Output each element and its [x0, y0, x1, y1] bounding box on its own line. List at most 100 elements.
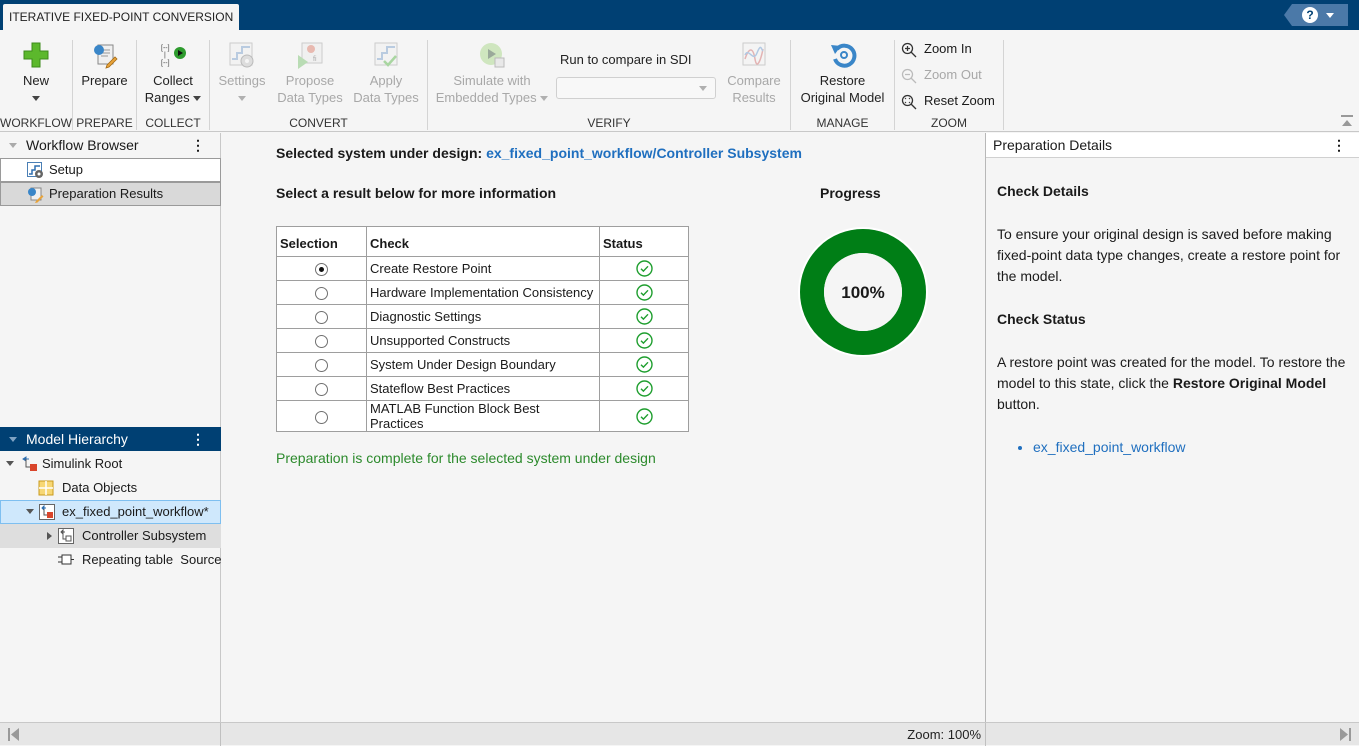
- check-status-heading: Check Status: [997, 311, 1086, 327]
- left-pane: Workflow Browser ⋮ Setup Preparation Res…: [0, 133, 221, 722]
- section-prepare: Prepare PREPARE: [73, 38, 136, 130]
- progress-title: Progress: [820, 185, 881, 201]
- tree-node-controller-subsystem[interactable]: Controller Subsystem: [0, 524, 221, 548]
- run-to-compare-dropdown[interactable]: [556, 77, 716, 99]
- settings-icon: [228, 41, 256, 69]
- table-row[interactable]: MATLAB Function Block Best Practices: [276, 400, 689, 432]
- status-cell: [599, 328, 689, 353]
- propose-data-types-button[interactable]: fi Propose Data Types: [274, 41, 346, 106]
- select-hint: Select a result below for more informati…: [276, 185, 557, 201]
- workflow-item-preparation-results[interactable]: Preparation Results: [0, 182, 221, 206]
- check-passed-icon: [635, 260, 653, 277]
- tab-iterative-fixed-point-conversion[interactable]: ITERATIVE FIXED-POINT CONVERSION: [3, 4, 240, 31]
- table-row[interactable]: Unsupported Constructs: [276, 328, 689, 353]
- zoom-in-button[interactable]: Zoom In: [901, 39, 972, 59]
- check-name-cell: Unsupported Constructs: [366, 328, 600, 353]
- chevron-down-icon: [238, 96, 246, 102]
- progress-percent-label: 100%: [841, 283, 884, 302]
- section-workflow: New WORKFLOW: [0, 38, 72, 130]
- collect-ranges-button[interactable]: [--] | [--] Collect Ranges: [137, 41, 209, 106]
- check-name-cell: Diagnostic Settings: [366, 304, 600, 329]
- sud-link[interactable]: ex_fixed_point_workflow/Controller Subsy…: [486, 145, 802, 161]
- tree-node-ex-fixed-point-workflow[interactable]: ex_fixed_point_workflow*: [0, 500, 221, 524]
- svg-text:[--]: [--]: [161, 60, 170, 67]
- section-convert: Settings fi Propose Data Types Apply Dat…: [210, 38, 427, 130]
- restore-icon: [829, 41, 857, 69]
- compare-results-button[interactable]: Compare Results: [724, 41, 784, 106]
- selected-system-under-design: Selected system under design: ex_fixed_p…: [276, 145, 802, 161]
- model-hierarchy-header[interactable]: Model Hierarchy ⋮: [0, 427, 221, 451]
- plus-icon: [22, 41, 50, 69]
- collapse-icon[interactable]: [9, 437, 17, 442]
- selection-radio[interactable]: [315, 335, 328, 349]
- scroll-last-icon[interactable]: [1340, 728, 1351, 741]
- status-cell: [599, 400, 689, 432]
- apply-data-types-button[interactable]: Apply Data Types: [350, 41, 422, 106]
- table-row[interactable]: System Under Design Boundary: [276, 352, 689, 377]
- model-link[interactable]: ex_fixed_point_workflow: [1033, 437, 1357, 458]
- setup-icon: [27, 162, 44, 179]
- prepare-icon: [91, 41, 119, 69]
- more-options-icon[interactable]: ⋮: [191, 133, 205, 157]
- collapse-toolstrip-button[interactable]: [1341, 115, 1353, 127]
- more-options-icon[interactable]: ⋮: [1332, 133, 1346, 158]
- expand-icon[interactable]: [6, 461, 14, 466]
- settings-button[interactable]: Settings: [214, 41, 270, 106]
- expand-icon[interactable]: [26, 509, 34, 514]
- collapse-icon[interactable]: [9, 143, 17, 148]
- selection-radio[interactable]: [315, 383, 328, 397]
- selection-radio[interactable]: [315, 263, 328, 277]
- section-manage: Restore Original Model MANAGE: [791, 38, 894, 130]
- chevron-down-icon: [540, 96, 549, 102]
- selection-cell: [276, 304, 367, 329]
- check-name-cell: MATLAB Function Block Best Practices: [366, 400, 600, 432]
- check-name-cell: System Under Design Boundary: [366, 352, 600, 377]
- svg-text:fi: fi: [313, 56, 317, 63]
- table-row[interactable]: Create Restore Point: [276, 256, 689, 281]
- check-passed-icon: [635, 308, 653, 325]
- tree-node-simulink-root[interactable]: Simulink Root: [0, 452, 221, 476]
- apply-data-types-icon: [372, 41, 400, 69]
- title-bar: ITERATIVE FIXED-POINT CONVERSION ?: [0, 0, 1359, 31]
- new-button[interactable]: New: [0, 41, 72, 106]
- column-header-status: Status: [599, 226, 689, 257]
- workflow-browser-header[interactable]: Workflow Browser ⋮: [0, 133, 221, 157]
- chevron-down-icon: [699, 86, 707, 91]
- selection-cell: [276, 376, 367, 401]
- help-button[interactable]: ?: [1284, 4, 1348, 26]
- prepare-button[interactable]: Prepare: [73, 41, 136, 89]
- expand-icon[interactable]: [47, 532, 52, 540]
- zoom-out-icon: [901, 68, 917, 84]
- status-cell: [599, 256, 689, 281]
- reset-zoom-button[interactable]: Reset Zoom: [901, 91, 995, 111]
- selection-cell: [276, 256, 367, 281]
- tree-node-data-objects[interactable]: Data Objects: [0, 476, 221, 500]
- status-bar: Zoom: 100%: [0, 722, 1359, 746]
- compare-results-icon: [740, 41, 768, 69]
- more-options-icon[interactable]: ⋮: [191, 427, 205, 451]
- zoom-in-icon: [901, 42, 917, 58]
- workflow-item-setup[interactable]: Setup: [0, 158, 221, 182]
- table-row[interactable]: Diagnostic Settings: [276, 304, 689, 329]
- tree-node-repeating-table-source[interactable]: Repeating table Source: [0, 548, 221, 572]
- selection-radio[interactable]: [315, 359, 328, 373]
- details-body: Check Details To ensure your original de…: [997, 181, 1357, 458]
- preparation-details-header: Preparation Details ⋮: [986, 133, 1359, 158]
- restore-original-model-button[interactable]: Restore Original Model: [791, 41, 894, 106]
- selection-cell: [276, 352, 367, 377]
- simulate-with-embedded-types-button[interactable]: Simulate with Embedded Types: [432, 41, 552, 106]
- selection-radio[interactable]: [315, 287, 328, 301]
- check-details-heading: Check Details: [997, 183, 1089, 199]
- table-row[interactable]: Hardware Implementation Consistency: [276, 280, 689, 305]
- zoom-out-button[interactable]: Zoom Out: [901, 65, 982, 85]
- selection-radio[interactable]: [315, 311, 328, 325]
- table-row[interactable]: Stateflow Best Practices: [276, 376, 689, 401]
- scroll-first-icon[interactable]: [8, 728, 19, 741]
- table-header-row: Selection Check Status: [276, 226, 689, 257]
- svg-text:|: |: [164, 52, 166, 59]
- section-zoom: Zoom In Zoom Out Reset Zoom ZOOM: [895, 38, 1003, 130]
- check-status-text: A restore point was created for the mode…: [997, 354, 1346, 412]
- preparation-complete-message: Preparation is complete for the selected…: [276, 450, 656, 466]
- column-header-selection: Selection: [276, 226, 367, 257]
- selection-radio[interactable]: [315, 410, 328, 424]
